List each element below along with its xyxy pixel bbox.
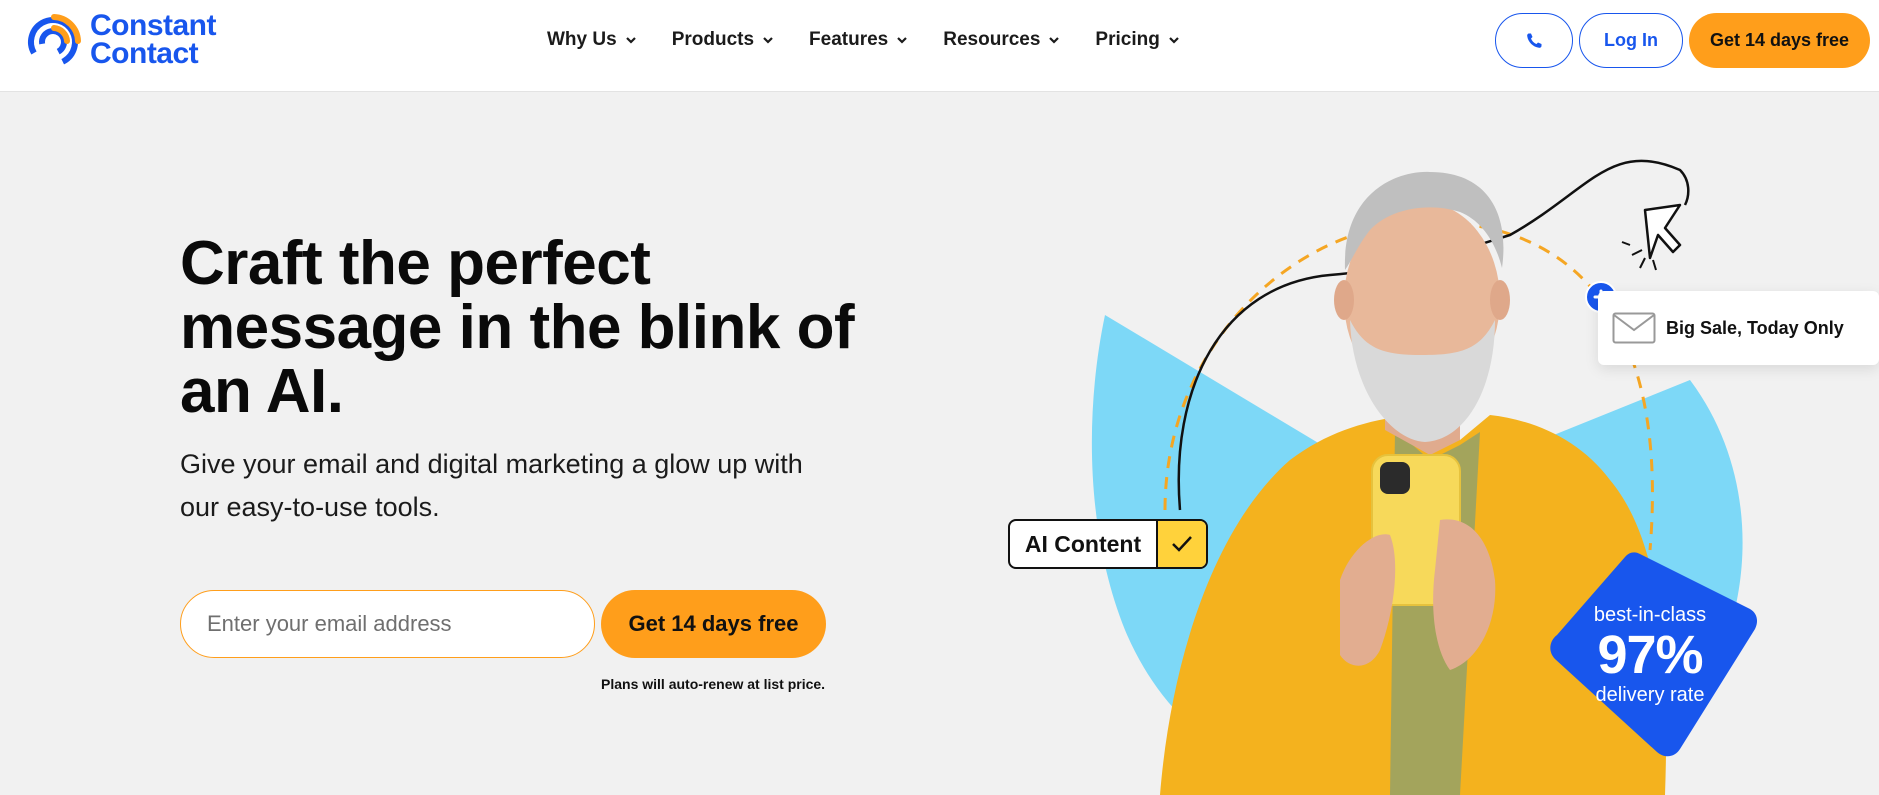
checkmark-icon bbox=[1156, 521, 1206, 567]
nav-item-label: Resources bbox=[943, 29, 1041, 50]
hero-headline: Craft the perfect message in the blink o… bbox=[180, 229, 855, 426]
main-nav: Why Us Products Features Resources Prici… bbox=[547, 26, 1180, 54]
ai-content-tag: AI Content bbox=[1008, 519, 1208, 569]
nav-item-why-us[interactable]: Why Us bbox=[547, 26, 637, 54]
chevron-down-icon bbox=[625, 37, 636, 44]
nav-item-label: Features bbox=[809, 29, 889, 50]
ai-tag-label: AI Content bbox=[1024, 530, 1142, 557]
email-input[interactable] bbox=[180, 590, 595, 658]
phone-button[interactable] bbox=[1495, 13, 1573, 68]
stat-caption-bottom: delivery rate bbox=[1595, 684, 1705, 706]
nav-item-label: Products bbox=[671, 29, 755, 50]
hero-trial-button[interactable]: Get 14 days free bbox=[601, 590, 826, 658]
phone-camera bbox=[1380, 462, 1410, 494]
auto-renew-disclaimer: Plans will auto-renew at list price. bbox=[601, 676, 826, 692]
chevron-down-icon bbox=[763, 37, 773, 44]
nav-item-resources[interactable]: Resources bbox=[943, 26, 1060, 54]
delivery-stat-text: best-in-class 97% delivery rate bbox=[1560, 603, 1740, 707]
phone-icon bbox=[1527, 33, 1542, 48]
ear-left bbox=[1334, 280, 1354, 320]
chevron-down-icon bbox=[897, 37, 908, 44]
header-trial-button[interactable]: Get 14 days free bbox=[1689, 13, 1870, 68]
login-button[interactable]: Log In bbox=[1579, 13, 1683, 68]
chevron-down-icon bbox=[1169, 37, 1179, 44]
ear-right bbox=[1490, 280, 1510, 320]
sale-email-card: Big Sale, Today Only bbox=[1598, 291, 1879, 365]
logo-line-2: Contact bbox=[90, 37, 199, 70]
stat-value: 97% bbox=[1597, 625, 1703, 685]
stat-caption-top: best-in-class bbox=[1593, 604, 1707, 626]
cursor-arrow-icon bbox=[1621, 203, 1682, 271]
logo-line-1: Constant bbox=[90, 9, 217, 42]
nav-item-pricing[interactable]: Pricing bbox=[1095, 26, 1179, 54]
hero-subhead: Give your email and digital marketing a … bbox=[180, 449, 803, 522]
nav-item-products[interactable]: Products bbox=[672, 26, 774, 54]
logo-mark-icon bbox=[27, 14, 81, 67]
chevron-down-icon bbox=[1049, 37, 1060, 44]
site-header: Constant Contact Why Us Products Feature… bbox=[0, 0, 1879, 92]
brand-logo[interactable]: Constant Contact bbox=[26, 9, 217, 70]
nav-item-label: Why Us bbox=[547, 29, 617, 50]
logo-wordmark: Constant Contact bbox=[90, 9, 217, 70]
nav-item-features[interactable]: Features bbox=[809, 26, 908, 54]
envelope-icon bbox=[1612, 312, 1656, 344]
nav-item-label: Pricing bbox=[1095, 29, 1160, 50]
sale-card-text: Big Sale, Today Only bbox=[1666, 317, 1844, 338]
